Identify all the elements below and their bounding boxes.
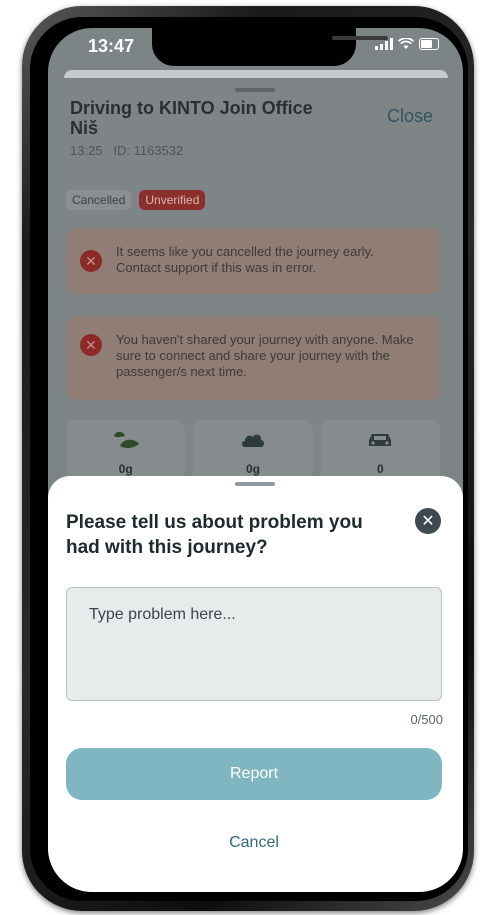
journey-meta: 13:25 ID: 1163532 [70,143,184,158]
cancel-button[interactable]: Cancel [66,828,442,858]
report-button[interactable]: Report [66,748,442,800]
problem-input[interactable] [66,587,442,701]
error-icon: ✕ [80,250,102,272]
signal-icon [375,38,393,50]
stat-value: 0 [376,462,384,476]
drag-handle[interactable] [235,88,275,92]
stat-value: 0g [118,462,133,476]
app-screen: 13:47 Driving to KINTO Join Office Niš C… [48,28,463,892]
alert-text: You haven't shared your journey with any… [116,332,414,379]
unverified-badge: Unverified [139,190,206,210]
journey-title: Driving to KINTO Join Office Niš [70,98,313,138]
sheet-drag-handle[interactable] [235,482,275,486]
status-tags: Cancelled Unverified [66,190,206,210]
status-icons [375,38,439,50]
not-shared-alert: ✕ You haven't shared your journey with a… [66,316,440,400]
alert-text: It seems like you cancelled the journey … [116,244,374,275]
error-icon: ✕ [80,334,102,356]
close-button[interactable]: Close [387,106,433,127]
battery-icon [419,38,439,50]
sheet-title: Please tell us about problem you had wit… [66,512,363,558]
leaf-icon [113,431,139,449]
char-counter: 0/500 [410,712,443,727]
card-top-strip [64,70,448,78]
car-icon [369,434,392,446]
wifi-icon [398,38,414,49]
status-time: 13:47 [88,36,135,56]
close-icon[interactable]: ✕ [415,508,441,534]
cancelled-badge: Cancelled [66,190,132,210]
cancelled-alert: ✕ It seems like you cancelled the journe… [66,228,440,294]
notch [152,28,388,66]
report-problem-sheet: Please tell us about problem you had wit… [48,476,463,892]
stat-value: 0g [245,462,260,476]
cloud-icon [241,434,264,447]
